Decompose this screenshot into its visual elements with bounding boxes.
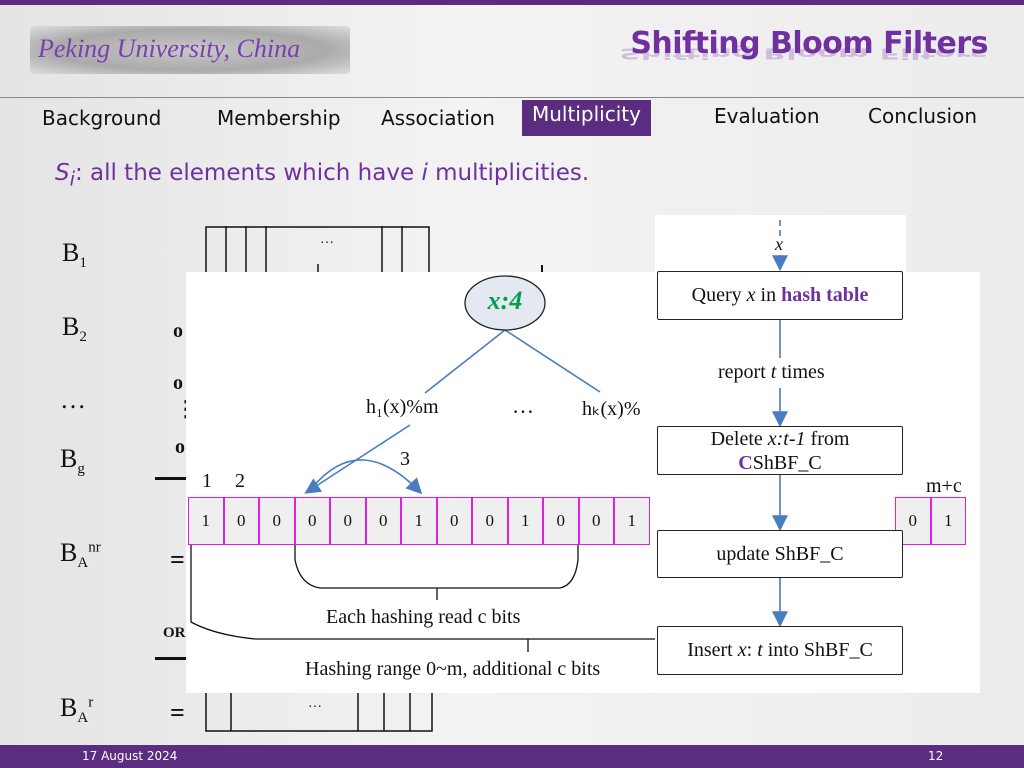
footer: 17 August 2024 12 [0,745,1024,768]
hk-label: hₖ(x)% [582,398,641,420]
bit-cell: 0 [365,497,401,545]
h1-label: h₁(x)%m [366,396,439,418]
brace-label-1: Each hashing read c bits [326,606,521,628]
bit-cell: 0 [294,497,330,545]
shift-label: 3 [400,448,410,470]
bit-cell: 1 [614,497,650,545]
brace-label-2: Hashing range 0~m, additional c bits [305,658,601,680]
bit-cell: 0 [578,497,614,545]
bit-cell: 0 [223,497,259,545]
hash-node: x:4 [487,286,523,315]
bit-cell: 1 [401,497,437,545]
bit-cell: 0 [436,497,472,545]
update-box: update ShBF_C [657,530,903,578]
footer-date: 17 August 2024 [82,749,178,763]
report-label: report t times [718,361,825,383]
query-box: Query x in hash table [657,271,903,320]
bit-cell: 0 [259,497,295,545]
delete-box: Delete x:t-1 from CShBF_C [657,426,903,475]
bit-cell: 0 [543,497,579,545]
index-1: 1 [202,470,212,492]
bit-cell: 0 [330,497,366,545]
insert-box: Insert x: t into ShBF_C [657,626,903,675]
flow-input: x [775,234,783,254]
index-2: 2 [235,470,245,492]
hash-dots: … [512,393,534,418]
bit-cell: 1 [188,497,224,545]
bit-cell: 0 [472,497,508,545]
index-end: m+c [926,475,962,497]
bit-cell: 1 [930,497,966,545]
bit-cell: 1 [507,497,543,545]
page-number: 12 [928,749,944,763]
